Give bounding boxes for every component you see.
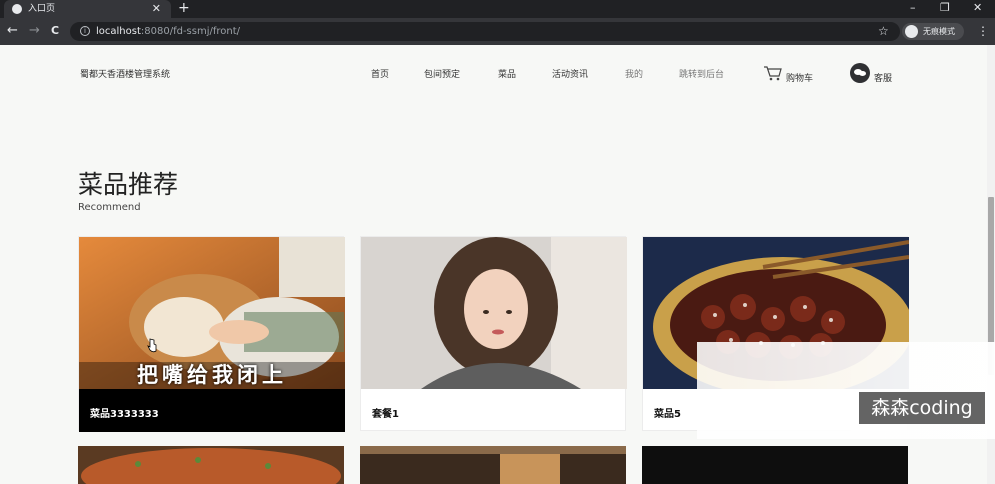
dish-image[interactable]: 把嘴给我闭上 [79,237,345,389]
url-text: localhost:8080/fd-ssmj/front/ [96,22,240,41]
address-bar[interactable]: i localhost:8080/fd-ssmj/front/ [70,22,900,41]
reload-button[interactable]: C [51,22,59,40]
browser-tab[interactable]: 入口页 ✕ [4,0,171,18]
tab-close-button[interactable]: ✕ [152,0,161,18]
browser-tab-bar: 入口页 ✕ + – ❐ ✕ [0,0,995,18]
dish-caption: 套餐1 [361,389,627,432]
image-meme-caption: 把嘴给我闭上 [137,363,287,387]
nav-news[interactable]: 活动资讯 [552,67,588,80]
incognito-icon [905,25,918,38]
nav-service[interactable]: 客服 [874,71,892,84]
new-tab-button[interactable]: + [178,0,190,17]
forward-button[interactable]: → [29,22,40,40]
nav-mine[interactable]: 我的 [625,67,643,80]
restore-button[interactable]: ❐ [940,0,950,15]
nav-booking[interactable]: 包间预定 [424,67,460,80]
globe-icon [12,4,22,14]
watermark-label: 森森coding [859,392,985,424]
dish-card-partial[interactable] [642,446,908,484]
minimize-button[interactable]: – [910,0,916,15]
dish-card[interactable]: 套餐1 [360,236,627,432]
dish-card-partial[interactable] [360,446,626,484]
menu-icon[interactable]: ⋮ [977,22,989,41]
dish-image[interactable] [361,237,627,389]
section-subtitle: Recommend [78,202,141,213]
url-host: localhost [96,26,141,37]
site-brand[interactable]: 蜀都天香酒楼管理系统 [80,67,170,80]
wechat-icon[interactable] [850,63,870,83]
back-button[interactable]: ← [7,22,18,40]
dish-name[interactable]: 菜品5 [654,405,681,420]
cursor-icon [147,338,157,353]
tab-title: 入口页 [28,4,56,14]
nav-cart[interactable]: 购物车 [786,71,813,84]
dish-card[interactable]: 把嘴给我闭上 菜品3333333 [78,236,345,432]
dish-card-partial[interactable] [78,446,344,484]
nav-dishes[interactable]: 菜品 [498,67,516,80]
cart-icon[interactable] [763,65,783,81]
section-title: 菜品推荐 [78,170,179,199]
url-path: :8080/fd-ssmj/front/ [140,26,241,37]
incognito-badge[interactable]: 无痕模式 [902,23,964,40]
video-overlay [697,342,995,439]
incognito-label: 无痕模式 [923,27,955,36]
nav-home[interactable]: 首页 [371,67,389,80]
dish-caption: 菜品3333333 [79,389,345,432]
dish-name[interactable]: 菜品3333333 [90,405,159,420]
window-close-button[interactable]: ✕ [973,0,982,15]
browser-toolbar: ← → C i localhost:8080/fd-ssmj/front/ ☆ … [0,18,995,45]
dish-name[interactable]: 套餐1 [372,405,399,420]
nav-admin[interactable]: 跳转到后台 [679,67,724,80]
star-icon[interactable]: ☆ [878,22,889,41]
site-info-icon[interactable]: i [80,26,90,36]
